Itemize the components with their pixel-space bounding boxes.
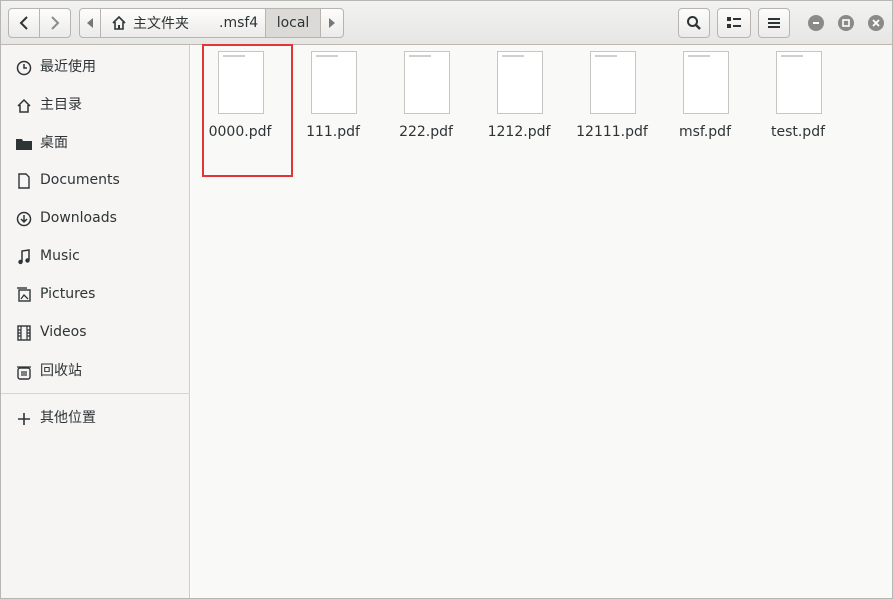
file-manager-window: 主文件夹 .msf4 local 最近使用 主目录 桌面 Documents D… — [0, 0, 893, 599]
file-item[interactable]: msf.pdf — [659, 51, 751, 141]
plus-icon — [15, 410, 33, 428]
sidebar-item-label: 主目录 — [40, 97, 82, 113]
chevron-right-icon — [51, 16, 60, 30]
file-name: 1212.pdf — [487, 124, 551, 140]
clock-icon — [15, 59, 33, 77]
file-name: test.pdf — [770, 124, 826, 140]
close-button[interactable] — [868, 15, 884, 31]
header-bar: 主文件夹 .msf4 local — [1, 1, 892, 45]
pdf-thumbnail-icon — [311, 51, 357, 114]
chevron-left-icon — [19, 16, 28, 30]
pdf-thumbnail-icon — [218, 51, 264, 114]
forward-button[interactable] — [39, 8, 71, 38]
folder-icon — [15, 135, 33, 153]
file-name: 222.pdf — [399, 124, 453, 140]
file-name: msf.pdf — [679, 124, 731, 140]
search-button[interactable] — [678, 8, 710, 38]
pdf-thumbnail-icon — [776, 51, 822, 114]
close-icon — [872, 19, 880, 27]
sidebar-item-label: Documents — [40, 172, 120, 188]
path-bar: 主文件夹 .msf4 local — [79, 8, 346, 38]
sidebar-item-recent[interactable]: 最近使用 — [1, 49, 190, 85]
file-item[interactable]: 222.pdf — [380, 51, 472, 141]
menu-button[interactable] — [758, 8, 790, 38]
hamburger-icon — [768, 18, 780, 28]
sidebar-item-label: 桌面 — [40, 135, 68, 151]
triangle-right-icon — [329, 18, 335, 28]
file-name: 111.pdf — [306, 124, 360, 140]
path-current-button[interactable]: local — [265, 8, 321, 38]
sidebar-item-home[interactable]: 主目录 — [1, 87, 190, 123]
home-icon — [112, 15, 126, 30]
places-sidebar: 最近使用 主目录 桌面 Documents Downloads Music Pi… — [1, 45, 190, 598]
download-icon — [15, 210, 33, 228]
maximize-icon — [842, 19, 850, 27]
minimize-button[interactable] — [808, 15, 824, 31]
sidebar-item-music[interactable]: Music — [1, 238, 190, 274]
document-icon — [15, 172, 33, 190]
trash-icon — [15, 363, 33, 381]
pdf-thumbnail-icon — [404, 51, 450, 114]
list-view-icon — [727, 17, 741, 28]
file-item[interactable]: test.pdf — [752, 51, 844, 141]
sidebar-item-label: Downloads — [40, 210, 117, 226]
path-scroll-left-button[interactable] — [79, 8, 101, 38]
sidebar-item-desktop[interactable]: 桌面 — [1, 125, 190, 161]
sidebar-item-documents[interactable]: Documents — [1, 162, 190, 198]
file-view: 0000.pdf 111.pdf 222.pdf 1212.pdf 12111.… — [191, 44, 892, 598]
file-item[interactable]: 1212.pdf — [473, 51, 565, 141]
pdf-thumbnail-icon — [590, 51, 636, 114]
pdf-thumbnail-icon — [683, 51, 729, 114]
sidebar-item-pictures[interactable]: Pictures — [1, 276, 190, 312]
path-home-label: 主文件夹 — [133, 16, 189, 32]
path-home-button[interactable]: 主文件夹 .msf4 — [100, 8, 266, 38]
file-item[interactable]: 111.pdf — [287, 51, 379, 141]
music-icon — [15, 248, 33, 266]
path-msf4-label[interactable]: .msf4 — [219, 15, 258, 31]
file-name: 0000.pdf — [208, 124, 272, 140]
sidebar-item-trash[interactable]: 回收站 — [1, 353, 190, 389]
pictures-icon — [15, 286, 33, 304]
back-button[interactable] — [8, 8, 40, 38]
sidebar-item-label: Videos — [40, 324, 87, 340]
sidebar-item-label: Music — [40, 248, 80, 264]
file-item[interactable]: 12111.pdf — [566, 51, 658, 141]
sidebar-item-other-locations[interactable]: 其他位置 — [1, 400, 190, 436]
path-scroll-right-button[interactable] — [320, 8, 344, 38]
sidebar-item-label: Pictures — [40, 286, 96, 302]
view-options-button[interactable] — [717, 8, 751, 38]
sidebar-item-label: 回收站 — [40, 363, 82, 379]
file-item[interactable]: 0000.pdf — [194, 51, 286, 141]
home-icon — [15, 97, 33, 115]
path-current-label: local — [276, 15, 310, 31]
maximize-button[interactable] — [838, 15, 854, 31]
sidebar-item-videos[interactable]: Videos — [1, 314, 190, 350]
pdf-thumbnail-icon — [497, 51, 543, 114]
minimize-icon — [813, 22, 819, 24]
triangle-left-icon — [87, 18, 93, 28]
sidebar-divider — [1, 393, 190, 394]
sidebar-item-downloads[interactable]: Downloads — [1, 200, 190, 236]
video-icon — [15, 324, 33, 342]
sidebar-item-label: 其他位置 — [40, 410, 96, 426]
file-name: 12111.pdf — [576, 124, 648, 140]
search-icon — [687, 16, 701, 30]
sidebar-item-label: 最近使用 — [40, 59, 96, 75]
